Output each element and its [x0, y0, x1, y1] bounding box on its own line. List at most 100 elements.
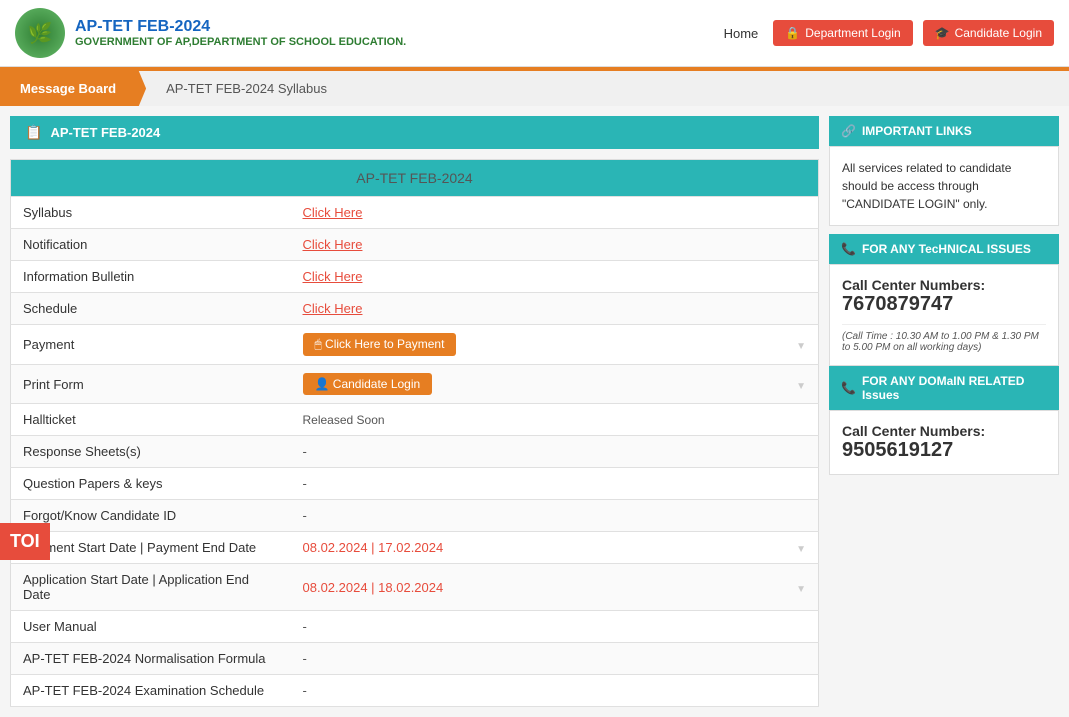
row-value: 08.02.2024 | 17.02.2024	[291, 532, 785, 564]
row-label: Schedule	[11, 293, 291, 325]
row-value: -	[291, 643, 785, 675]
lock-icon: 🔒	[785, 26, 800, 40]
row-scroll	[784, 197, 818, 229]
home-link[interactable]: Home	[724, 26, 759, 41]
info-text: All services related to candidate should…	[842, 161, 1011, 211]
row-label: Application Start Date | Application End…	[11, 564, 291, 611]
row-value: 🖱 Click Here to Payment	[291, 325, 785, 365]
table-row: ScheduleClick Here	[11, 293, 819, 325]
row-label: Syllabus	[11, 197, 291, 229]
table-row: Forgot/Know Candidate ID-	[11, 500, 819, 532]
row-label: Information Bulletin	[11, 261, 291, 293]
tabs-bar: Message Board AP-TET FEB-2024 Syllabus	[0, 71, 1069, 106]
dept-login-label: Department Login	[805, 26, 900, 40]
row-scroll	[784, 404, 818, 436]
tab-syllabus-label: AP-TET FEB-2024 Syllabus	[166, 81, 327, 96]
row-scroll: ▼	[784, 564, 818, 611]
toi-label: TOI	[10, 531, 40, 551]
payment-button[interactable]: 🖱 Click Here to Payment	[303, 333, 457, 356]
row-label: Notification	[11, 229, 291, 261]
row-value[interactable]: Click Here	[291, 229, 785, 261]
left-section-label: AP-TET FEB-2024	[50, 125, 160, 140]
right-panel: 🔗 IMPORTANT LINKS All services related t…	[829, 116, 1059, 707]
row-scroll	[784, 229, 818, 261]
table-row: Question Papers & keys-	[11, 468, 819, 500]
row-label: AP-TET FEB-2024 Normalisation Formula	[11, 643, 291, 675]
important-links-label: IMPORTANT LINKS	[862, 124, 972, 138]
row-label: Response Sheets(s)	[11, 436, 291, 468]
row-value: Released Soon	[291, 404, 785, 436]
row-scroll	[784, 675, 818, 707]
domain-call-label: Call Center Numbers:	[842, 423, 1046, 439]
main-table: AP-TET FEB-2024 SyllabusClick HereNotifi…	[10, 159, 819, 707]
table-row: AP-TET FEB-2024 Examination Schedule-	[11, 675, 819, 707]
table-row: Response Sheets(s)-	[11, 436, 819, 468]
dept-login-button[interactable]: 🔒 Department Login	[773, 20, 912, 46]
row-value: -	[291, 436, 785, 468]
table-row: AP-TET FEB-2024 Normalisation Formula-	[11, 643, 819, 675]
table-row: Print Form👤 Candidate Login▼	[11, 365, 819, 404]
row-label: Payment Start Date | Payment End Date	[11, 532, 291, 564]
domain-label: FOR ANY DOMaIN RELATED Issues	[862, 374, 1047, 402]
row-scroll: ▼	[784, 365, 818, 404]
technical-number: 7670879747	[842, 293, 1046, 316]
domain-call-box: Call Center Numbers: 9505619127	[829, 410, 1059, 475]
header-title: AP-TET FEB-2024 GOVERNMENT OF AP,DEPARTM…	[75, 18, 406, 48]
row-scroll	[784, 436, 818, 468]
table-row: Information BulletinClick Here	[11, 261, 819, 293]
main-title: AP-TET FEB-2024	[75, 18, 406, 36]
domain-number: 9505619127	[842, 439, 1046, 462]
row-value: -	[291, 675, 785, 707]
main-container: 📋 AP-TET FEB-2024 AP-TET FEB-2024 Syllab…	[0, 106, 1069, 717]
domain-phone-icon: 📞	[841, 381, 856, 395]
sub-title: GOVERNMENT OF AP,DEPARTMENT OF SCHOOL ED…	[75, 36, 406, 48]
logo-icon: 🌿	[15, 8, 65, 58]
row-value[interactable]: Click Here	[291, 261, 785, 293]
row-scroll	[784, 643, 818, 675]
candidate-login-button[interactable]: 🎓 Candidate Login	[923, 20, 1054, 46]
technical-call-box: Call Center Numbers: 7670879747 (Call Ti…	[829, 264, 1059, 366]
table-row: SyllabusClick Here	[11, 197, 819, 229]
row-value[interactable]: Click Here	[291, 197, 785, 229]
row-scroll	[784, 468, 818, 500]
important-links-header: 🔗 IMPORTANT LINKS	[829, 116, 1059, 146]
table-row: Payment 🖱 Click Here to Payment ▼	[11, 325, 819, 365]
table-title: AP-TET FEB-2024	[11, 160, 819, 197]
left-section-header: 📋 AP-TET FEB-2024	[10, 116, 819, 149]
row-label: Payment	[11, 325, 291, 365]
technical-time: (Call Time : 10.30 AM to 1.00 PM & 1.30 …	[842, 324, 1046, 353]
domain-issues-header: 📞 FOR ANY DOMaIN RELATED Issues	[829, 366, 1059, 410]
technical-issues-header: 📞 FOR ANY TecHNICAL ISSUES	[829, 234, 1059, 264]
row-value: 👤 Candidate Login	[291, 365, 785, 404]
row-label: Forgot/Know Candidate ID	[11, 500, 291, 532]
row-label: User Manual	[11, 611, 291, 643]
clipboard-icon: 📋	[25, 124, 42, 141]
print-form-candidate-button[interactable]: 👤 Candidate Login	[303, 373, 433, 395]
table-row: Payment Start Date | Payment End Date08.…	[11, 532, 819, 564]
row-scroll	[784, 293, 818, 325]
row-scroll: ▼	[784, 325, 818, 365]
technical-label: FOR ANY TecHNICAL ISSUES	[862, 242, 1031, 256]
header-left: 🌿 AP-TET FEB-2024 GOVERNMENT OF AP,DEPAR…	[15, 8, 406, 58]
row-label: AP-TET FEB-2024 Examination Schedule	[11, 675, 291, 707]
header: 🌿 AP-TET FEB-2024 GOVERNMENT OF AP,DEPAR…	[0, 0, 1069, 67]
graduation-icon: 🎓	[935, 26, 950, 40]
table-row: User Manual-	[11, 611, 819, 643]
table-wrapper: AP-TET FEB-2024 SyllabusClick HereNotifi…	[10, 159, 819, 707]
toi-badge: TOI	[0, 523, 50, 560]
info-box: All services related to candidate should…	[829, 146, 1059, 226]
header-nav: Home 🔒 Department Login 🎓 Candidate Logi…	[724, 20, 1054, 46]
row-value: -	[291, 611, 785, 643]
row-label: Hallticket	[11, 404, 291, 436]
tab-syllabus[interactable]: AP-TET FEB-2024 Syllabus	[146, 71, 347, 106]
row-value: -	[291, 500, 785, 532]
tab-message-board[interactable]: Message Board	[0, 71, 146, 106]
row-value[interactable]: Click Here	[291, 293, 785, 325]
phone-icon: 📞	[841, 242, 856, 256]
candidate-login-label: Candidate Login	[955, 26, 1042, 40]
table-row: Application Start Date | Application End…	[11, 564, 819, 611]
row-label: Question Papers & keys	[11, 468, 291, 500]
row-scroll	[784, 611, 818, 643]
row-value: 08.02.2024 | 18.02.2024	[291, 564, 785, 611]
table-row: HallticketReleased Soon	[11, 404, 819, 436]
